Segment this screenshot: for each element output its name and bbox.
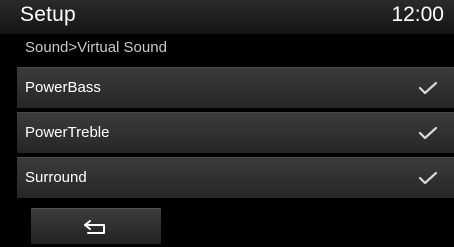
virtual-sound-list: PowerBass PowerTreble Surround	[17, 67, 454, 202]
header-bar: Setup 12:00	[0, 0, 454, 34]
list-item-label: Surround	[25, 169, 87, 186]
list-item-label: PowerTreble	[25, 124, 110, 141]
checkmark-icon[interactable]	[418, 81, 438, 95]
list-item-powerbass[interactable]: PowerBass	[17, 67, 454, 108]
list-item-powertreble[interactable]: PowerTreble	[17, 112, 454, 153]
checkmark-icon[interactable]	[418, 126, 438, 140]
clock: 12:00	[391, 3, 444, 26]
breadcrumb: Sound>Virtual Sound	[25, 39, 167, 56]
setup-screen: Setup 12:00 Sound>Virtual Sound PowerBas…	[0, 0, 454, 247]
list-item-surround[interactable]: Surround	[17, 157, 454, 198]
footer-bar	[0, 205, 454, 247]
back-button[interactable]	[31, 208, 161, 244]
page-title: Setup	[20, 3, 76, 26]
back-arrow-icon	[84, 220, 105, 234]
list-item-label: PowerBass	[25, 79, 101, 96]
checkmark-icon[interactable]	[418, 171, 438, 185]
